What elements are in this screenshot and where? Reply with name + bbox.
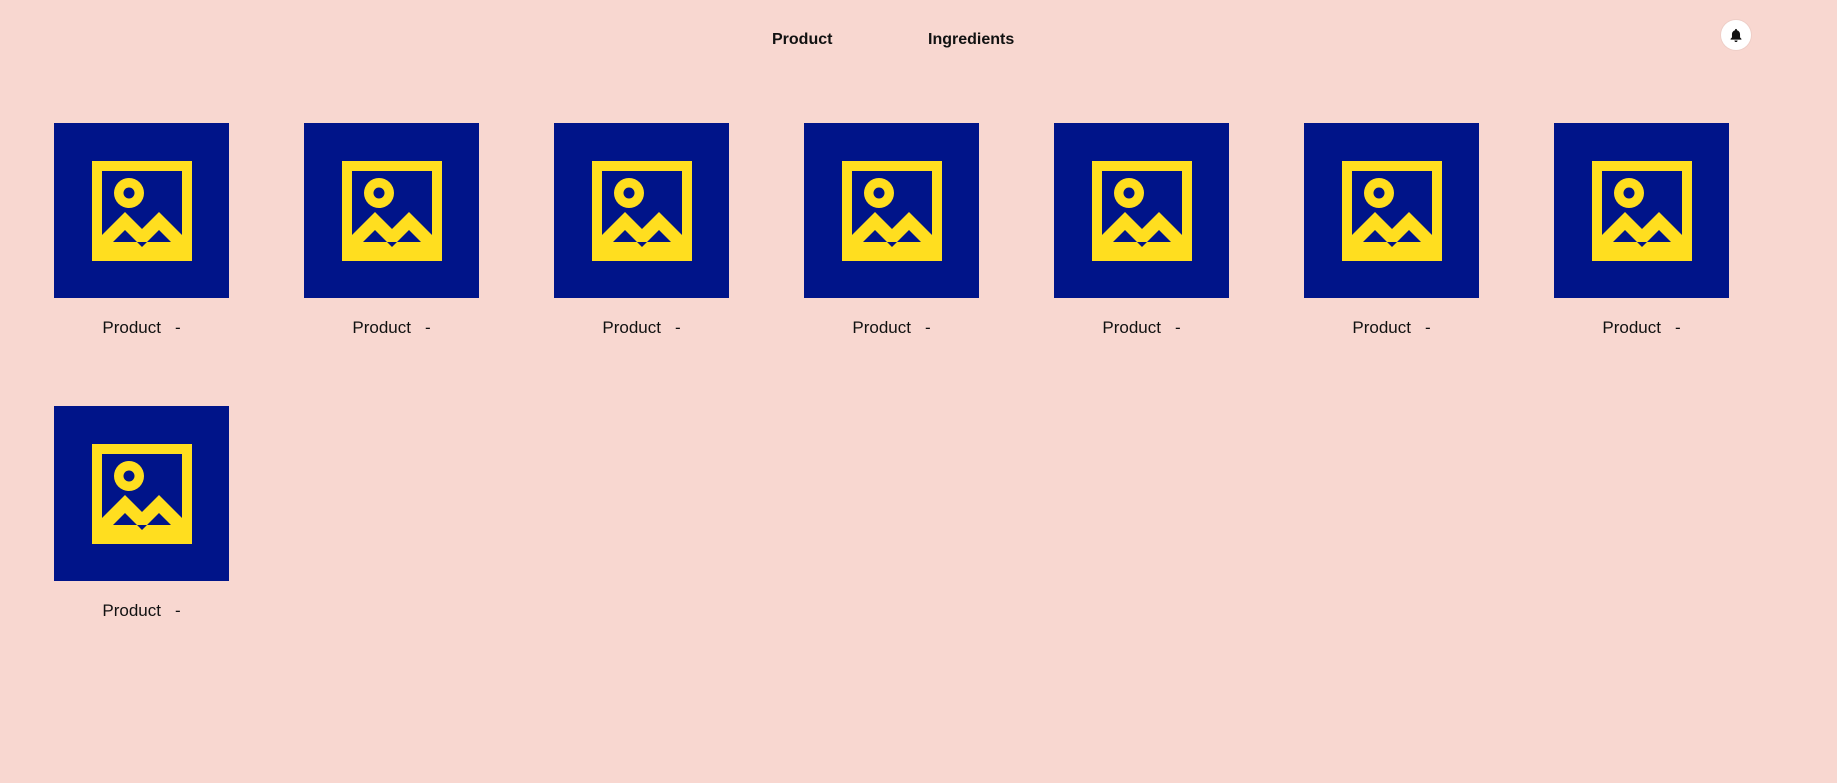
image-placeholder-icon [91, 160, 192, 261]
product-detail: - [1424, 318, 1431, 337]
image-placeholder-icon [1091, 160, 1192, 261]
product-thumbnail [54, 123, 229, 298]
product-caption: Product - [304, 318, 479, 338]
product-detail: - [674, 318, 681, 337]
product-thumbnail [1554, 123, 1729, 298]
product-card[interactable]: Product - [1054, 123, 1229, 338]
product-thumbnail [554, 123, 729, 298]
product-detail: - [424, 318, 431, 337]
image-placeholder-icon [591, 160, 692, 261]
top-navigation: Product Ingredients [0, 27, 1837, 51]
image-placeholder-icon [1341, 160, 1442, 261]
product-caption: Product - [1304, 318, 1479, 338]
nav-link-product[interactable]: Product [772, 31, 832, 49]
product-card[interactable]: Product - [1304, 123, 1479, 338]
product-name: Product [1352, 318, 1411, 337]
product-card[interactable]: Product - [54, 406, 229, 621]
product-name: Product [852, 318, 911, 337]
product-caption: Product - [1054, 318, 1229, 338]
image-placeholder-icon [91, 443, 192, 544]
product-card[interactable]: Product - [1554, 123, 1729, 338]
product-caption: Product - [54, 601, 229, 621]
product-thumbnail [1304, 123, 1479, 298]
product-card[interactable]: Product - [304, 123, 479, 338]
product-detail: - [1174, 318, 1181, 337]
nav-link-ingredients[interactable]: Ingredients [928, 31, 1014, 49]
product-name: Product [352, 318, 411, 337]
image-placeholder-icon [841, 160, 942, 261]
product-card[interactable]: Product - [54, 123, 229, 338]
product-detail: - [174, 318, 181, 337]
product-grid: Product - Product - Product - Product - … [54, 123, 1814, 621]
product-thumbnail [54, 406, 229, 581]
notifications-button[interactable] [1721, 20, 1751, 50]
product-name: Product [602, 318, 661, 337]
image-placeholder-icon [1591, 160, 1692, 261]
image-placeholder-icon [341, 160, 442, 261]
product-card[interactable]: Product - [554, 123, 729, 338]
product-card[interactable]: Product - [804, 123, 979, 338]
product-thumbnail [1054, 123, 1229, 298]
product-thumbnail [304, 123, 479, 298]
product-caption: Product - [1554, 318, 1729, 338]
product-name: Product [1602, 318, 1661, 337]
product-caption: Product - [554, 318, 729, 338]
product-name: Product [102, 318, 161, 337]
product-name: Product [102, 601, 161, 620]
product-detail: - [924, 318, 931, 337]
product-detail: - [1674, 318, 1681, 337]
bell-icon [1730, 28, 1742, 42]
product-caption: Product - [54, 318, 229, 338]
product-caption: Product - [804, 318, 979, 338]
product-name: Product [1102, 318, 1161, 337]
product-thumbnail [804, 123, 979, 298]
product-detail: - [174, 601, 181, 620]
